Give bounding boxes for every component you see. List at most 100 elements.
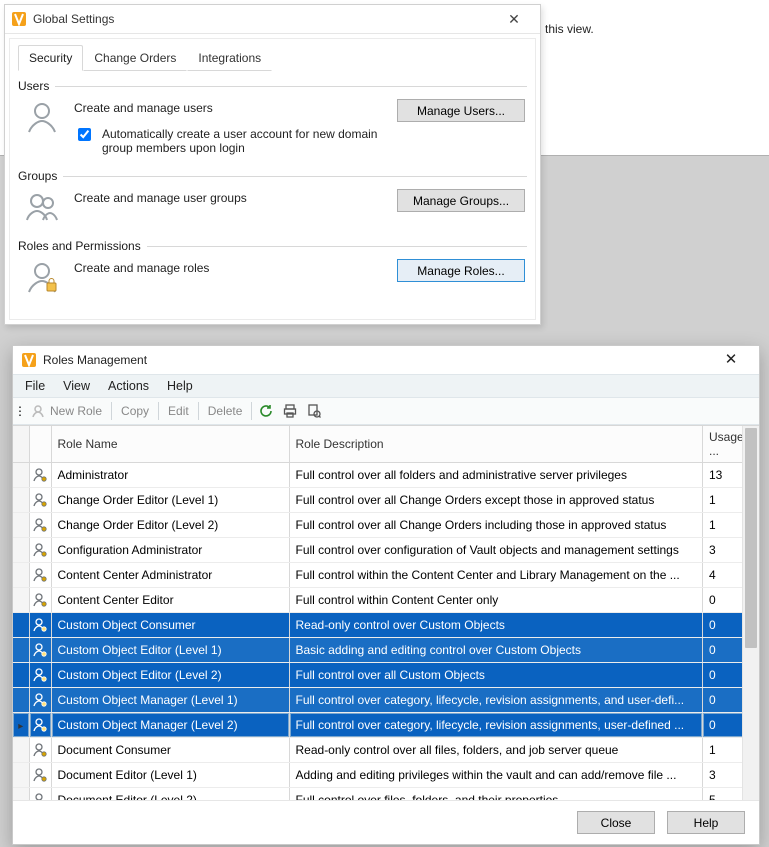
close-icon[interactable]: ✕	[494, 8, 534, 30]
role-name-cell[interactable]: Configuration Administrator	[51, 538, 289, 563]
menu-file[interactable]: File	[25, 379, 45, 393]
role-name-cell[interactable]: Custom Object Consumer	[51, 613, 289, 638]
row-header[interactable]	[13, 713, 29, 738]
table-row[interactable]: Configuration AdministratorFull control …	[13, 538, 759, 563]
role-desc-cell[interactable]: Full control over files, folders, and th…	[289, 788, 703, 801]
role-desc-cell[interactable]: Full control over all Custom Objects	[289, 663, 703, 688]
role-desc-cell[interactable]: Full control over category, lifecycle, r…	[289, 713, 703, 738]
role-name-cell[interactable]: Custom Object Editor (Level 2)	[51, 663, 289, 688]
close-button[interactable]: Close	[577, 811, 655, 834]
group-roles-text: Create and manage roles	[74, 259, 383, 275]
role-name-cell[interactable]: Administrator	[51, 463, 289, 488]
role-name-cell[interactable]: Custom Object Editor (Level 1)	[51, 638, 289, 663]
role-desc-cell[interactable]: Full control over all folders and admini…	[289, 463, 703, 488]
copy-label: Copy	[121, 404, 149, 418]
group-roles: Roles and Permissions Create and manage …	[18, 239, 527, 299]
tab-integrations[interactable]: Integrations	[187, 45, 272, 71]
role-name-cell[interactable]: Document Consumer	[51, 738, 289, 763]
table-row[interactable]: Content Center AdministratorFull control…	[13, 563, 759, 588]
role-desc-cell[interactable]: Full control over configuration of Vault…	[289, 538, 703, 563]
roles-management-titlebar[interactable]: Roles Management ✕	[13, 346, 759, 374]
menu-help[interactable]: Help	[167, 379, 193, 393]
auto-create-user-label[interactable]: Automatically create a user account for …	[102, 127, 382, 155]
role-desc-cell[interactable]: Read-only control over all files, folder…	[289, 738, 703, 763]
row-header[interactable]	[13, 588, 29, 613]
row-header[interactable]	[13, 763, 29, 788]
role-desc-cell[interactable]: Full control within the Content Center a…	[289, 563, 703, 588]
row-header[interactable]	[13, 488, 29, 513]
row-header[interactable]	[13, 638, 29, 663]
table-row[interactable]: Custom Object Manager (Level 2)Full cont…	[13, 713, 759, 738]
table-row[interactable]: Document Editor (Level 1)Adding and edit…	[13, 763, 759, 788]
new-role-button[interactable]: New Role	[25, 400, 109, 422]
manage-roles-button[interactable]: Manage Roles...	[397, 259, 525, 282]
role-name-cell[interactable]: Custom Object Manager (Level 2)	[51, 713, 289, 738]
grid-icon-col[interactable]	[29, 426, 51, 463]
row-header[interactable]	[13, 463, 29, 488]
delete-label: Delete	[208, 404, 243, 418]
global-settings-titlebar[interactable]: Global Settings ✕	[5, 5, 540, 34]
role-icon	[29, 563, 51, 588]
help-button[interactable]: Help	[667, 811, 745, 834]
print-icon[interactable]	[278, 400, 302, 422]
menu-view[interactable]: View	[63, 379, 90, 393]
grid-corner[interactable]	[13, 426, 29, 463]
col-role-desc[interactable]: Role Description	[289, 426, 703, 463]
table-row[interactable]: Custom Object Editor (Level 2)Full contr…	[13, 663, 759, 688]
role-icon	[29, 713, 51, 738]
role-desc-cell[interactable]: Full control over all Change Orders exce…	[289, 488, 703, 513]
table-row[interactable]: Document ConsumerRead-only control over …	[13, 738, 759, 763]
role-name-cell[interactable]: Change Order Editor (Level 1)	[51, 488, 289, 513]
table-row[interactable]: Custom Object Manager (Level 1)Full cont…	[13, 688, 759, 713]
tab-change-orders[interactable]: Change Orders	[83, 45, 187, 71]
table-row[interactable]: Change Order Editor (Level 1)Full contro…	[13, 488, 759, 513]
app-icon	[11, 11, 27, 27]
row-header[interactable]	[13, 613, 29, 638]
role-desc-cell[interactable]: Read-only control over Custom Objects	[289, 613, 703, 638]
table-row[interactable]: Custom Object Editor (Level 1)Basic addi…	[13, 638, 759, 663]
auto-create-user-checkbox[interactable]	[78, 128, 91, 141]
table-row[interactable]: Content Center EditorFull control within…	[13, 588, 759, 613]
manage-users-button[interactable]: Manage Users...	[397, 99, 525, 122]
role-desc-cell[interactable]: Full control within Content Center only	[289, 588, 703, 613]
role-desc-cell[interactable]: Basic adding and editing control over Cu…	[289, 638, 703, 663]
row-header[interactable]	[13, 513, 29, 538]
role-desc-cell[interactable]: Full control over all Change Orders incl…	[289, 513, 703, 538]
role-name-cell[interactable]: Change Order Editor (Level 2)	[51, 513, 289, 538]
row-header[interactable]	[13, 738, 29, 763]
menu-actions[interactable]: Actions	[108, 379, 149, 393]
delete-button[interactable]: Delete	[201, 400, 250, 422]
tab-security[interactable]: Security	[18, 45, 83, 71]
refresh-icon[interactable]	[254, 400, 278, 422]
vertical-scrollbar[interactable]	[742, 426, 759, 800]
table-row[interactable]: Custom Object ConsumerRead-only control …	[13, 613, 759, 638]
toolbar-grip[interactable]: ⋮	[17, 404, 23, 418]
table-row[interactable]: AdministratorFull control over all folde…	[13, 463, 759, 488]
col-role-name[interactable]: Role Name	[51, 426, 289, 463]
role-desc-cell[interactable]: Full control over category, lifecycle, r…	[289, 688, 703, 713]
row-header[interactable]	[13, 788, 29, 801]
row-header[interactable]	[13, 563, 29, 588]
edit-button[interactable]: Edit	[161, 400, 196, 422]
roles-grid[interactable]: Role Name Role Description Usage ... Adm…	[13, 426, 759, 800]
close-icon[interactable]: ✕	[711, 349, 751, 371]
print-preview-icon[interactable]	[302, 400, 326, 422]
row-header[interactable]	[13, 688, 29, 713]
copy-button[interactable]: Copy	[114, 400, 156, 422]
app-icon	[21, 352, 37, 368]
role-desc-cell[interactable]: Adding and editing privileges within the…	[289, 763, 703, 788]
row-header[interactable]	[13, 538, 29, 563]
role-icon	[29, 463, 51, 488]
role-name-cell[interactable]: Document Editor (Level 2)	[51, 788, 289, 801]
table-row[interactable]: Change Order Editor (Level 2)Full contro…	[13, 513, 759, 538]
role-name-cell[interactable]: Document Editor (Level 1)	[51, 763, 289, 788]
table-row[interactable]: Document Editor (Level 2)Full control ov…	[13, 788, 759, 801]
row-header[interactable]	[13, 663, 29, 688]
edit-label: Edit	[168, 404, 189, 418]
role-name-cell[interactable]: Custom Object Manager (Level 1)	[51, 688, 289, 713]
toolbar: ⋮ New Role Copy Edit Delete	[13, 398, 759, 425]
roles-management-title: Roles Management	[43, 353, 711, 367]
role-name-cell[interactable]: Content Center Administrator	[51, 563, 289, 588]
manage-groups-button[interactable]: Manage Groups...	[397, 189, 525, 212]
role-name-cell[interactable]: Content Center Editor	[51, 588, 289, 613]
